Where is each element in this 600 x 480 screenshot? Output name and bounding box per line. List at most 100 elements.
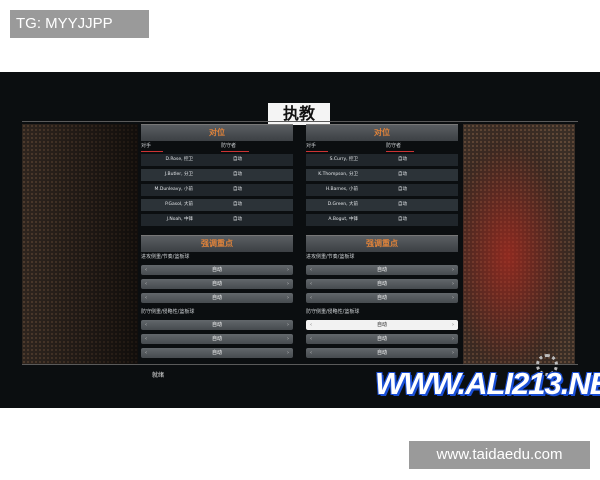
player-name: S.Curry, 控卫	[329, 157, 358, 162]
selector-value: 自动	[376, 350, 387, 356]
defender-value: 自动	[398, 187, 407, 192]
matchup-header: 对位	[306, 124, 458, 141]
defense-rebound-selector[interactable]: ‹ 自动 ›	[306, 348, 458, 358]
arrow-left-icon[interactable]: ‹	[310, 320, 312, 330]
col-offense-label: 对手	[306, 142, 328, 152]
offense-focus-selector[interactable]: ‹ 自动 ›	[306, 265, 458, 275]
selector-value: 自动	[376, 267, 387, 273]
col-defense-label: 防守者	[221, 142, 249, 152]
selector-value: 自动	[211, 295, 222, 301]
matchup-header: 对位	[141, 124, 293, 141]
col-defense-label: 防守者	[386, 142, 414, 152]
selector-value: 自动	[211, 336, 222, 342]
player-row[interactable]: M.Dunleavy, 小前 自动	[141, 184, 293, 196]
right-decor-panel	[463, 124, 575, 364]
player-name: D.Green, 大前	[327, 202, 358, 207]
defender-value: 自动	[233, 202, 242, 207]
defender-value: 自动	[398, 172, 407, 177]
arrow-left-icon[interactable]: ‹	[310, 279, 312, 289]
arrow-right-icon[interactable]: ›	[287, 348, 289, 358]
arrow-right-icon[interactable]: ›	[452, 348, 454, 358]
focus-header: 强调重点	[306, 235, 458, 252]
player-row[interactable]: D.Rose, 控卫 自动	[141, 154, 293, 166]
player-row[interactable]: P.Gasol, 大前 自动	[141, 199, 293, 211]
defender-value: 自动	[398, 157, 407, 162]
selector-value: 自动	[376, 322, 387, 328]
offense-tempo-selector[interactable]: ‹ 自动 ›	[141, 279, 293, 289]
player-row[interactable]: A.Bogut, 中锋 自动	[306, 214, 458, 226]
player-name: J.Butler, 分卫	[164, 172, 193, 177]
player-row[interactable]: J.Noah, 中锋 自动	[141, 214, 293, 226]
status-ready-text: 就绪	[152, 372, 165, 379]
player-row[interactable]: D.Green, 大前 自动	[306, 199, 458, 211]
col-offense-label: 对手	[141, 142, 163, 152]
player-row[interactable]: J.Butler, 分卫 自动	[141, 169, 293, 181]
arrow-right-icon[interactable]: ›	[287, 334, 289, 344]
arrow-left-icon[interactable]: ‹	[145, 348, 147, 358]
arrow-left-icon[interactable]: ‹	[310, 265, 312, 275]
site-watermark-badge: www.taidaedu.com	[409, 441, 590, 469]
offense-rebound-selector[interactable]: ‹ 自动 ›	[141, 293, 293, 303]
defender-value: 自动	[233, 157, 242, 162]
player-name: A.Bogut, 中锋	[328, 217, 358, 222]
arrow-left-icon[interactable]: ‹	[145, 265, 147, 275]
selector-value: 自动	[211, 281, 222, 287]
player-row[interactable]: S.Curry, 控卫 自动	[306, 154, 458, 166]
arrow-left-icon[interactable]: ‹	[145, 279, 147, 289]
tg-label: TG: MYYJJPP	[16, 15, 113, 32]
left-decor-panel	[22, 124, 138, 364]
offense-focus-label: 进攻侧重/节奏/篮板球	[306, 254, 355, 260]
player-name: J.Noah, 中锋	[166, 217, 193, 222]
selector-value: 自动	[211, 322, 222, 328]
player-row[interactable]: K.Thompson, 分卫 自动	[306, 169, 458, 181]
arrow-right-icon[interactable]: ›	[452, 293, 454, 303]
player-name: M.Dunleavy, 小前	[154, 187, 193, 192]
arrow-right-icon[interactable]: ›	[287, 279, 289, 289]
bottom-divider	[22, 364, 578, 365]
defense-focus-label: 防守侧重/侵略性/篮板球	[306, 309, 360, 315]
arrow-left-icon[interactable]: ‹	[310, 334, 312, 344]
matchup-subheader: 对手 防守者	[141, 142, 293, 152]
defense-focus-selector-highlighted[interactable]: ‹ 自动 ›	[306, 320, 458, 330]
player-name: H.Barnes, 小前	[325, 187, 358, 192]
defense-aggression-selector[interactable]: ‹ 自动 ›	[306, 334, 458, 344]
arrow-left-icon[interactable]: ‹	[145, 334, 147, 344]
defender-value: 自动	[233, 187, 242, 192]
arrow-left-icon[interactable]: ‹	[310, 293, 312, 303]
arrow-right-icon[interactable]: ›	[287, 320, 289, 330]
defender-value: 自动	[233, 172, 242, 177]
defender-value: 自动	[233, 217, 242, 222]
defender-value: 自动	[398, 202, 407, 207]
arrow-right-icon[interactable]: ›	[452, 334, 454, 344]
site-watermark-logo: WWW.ALI213.NET	[375, 366, 600, 401]
defense-focus-label: 防守侧重/侵略性/篮板球	[141, 309, 195, 315]
selector-value: 自动	[376, 336, 387, 342]
selector-value: 自动	[211, 267, 222, 273]
top-divider	[22, 121, 578, 122]
arrow-left-icon[interactable]: ‹	[310, 348, 312, 358]
tg-watermark-badge: TG: MYYJJPP	[10, 10, 149, 38]
defender-value: 自动	[398, 217, 407, 222]
arrow-right-icon[interactable]: ›	[287, 265, 289, 275]
offense-focus-selector[interactable]: ‹ 自动 ›	[141, 265, 293, 275]
arrow-left-icon[interactable]: ‹	[145, 293, 147, 303]
player-name: D.Rose, 控卫	[165, 157, 193, 162]
selector-value: 自动	[211, 350, 222, 356]
selector-value: 自动	[376, 281, 387, 287]
game-screen: 执教 对位 对手 防守者 D.Rose, 控卫 自动 J.Butler, 分卫 …	[0, 72, 600, 408]
matchup-subheader: 对手 防守者	[306, 142, 458, 152]
defense-rebound-selector[interactable]: ‹ 自动 ›	[141, 348, 293, 358]
offense-rebound-selector[interactable]: ‹ 自动 ›	[306, 293, 458, 303]
offense-tempo-selector[interactable]: ‹ 自动 ›	[306, 279, 458, 289]
defense-aggression-selector[interactable]: ‹ 自动 ›	[141, 334, 293, 344]
arrow-right-icon[interactable]: ›	[452, 320, 454, 330]
player-name: P.Gasol, 大前	[165, 202, 193, 207]
arrow-right-icon[interactable]: ›	[287, 293, 289, 303]
arrow-left-icon[interactable]: ‹	[145, 320, 147, 330]
arrow-right-icon[interactable]: ›	[452, 265, 454, 275]
offense-focus-label: 进攻侧重/节奏/篮板球	[141, 254, 190, 260]
defense-focus-selector[interactable]: ‹ 自动 ›	[141, 320, 293, 330]
selector-value: 自动	[376, 295, 387, 301]
player-row[interactable]: H.Barnes, 小前 自动	[306, 184, 458, 196]
arrow-right-icon[interactable]: ›	[452, 279, 454, 289]
